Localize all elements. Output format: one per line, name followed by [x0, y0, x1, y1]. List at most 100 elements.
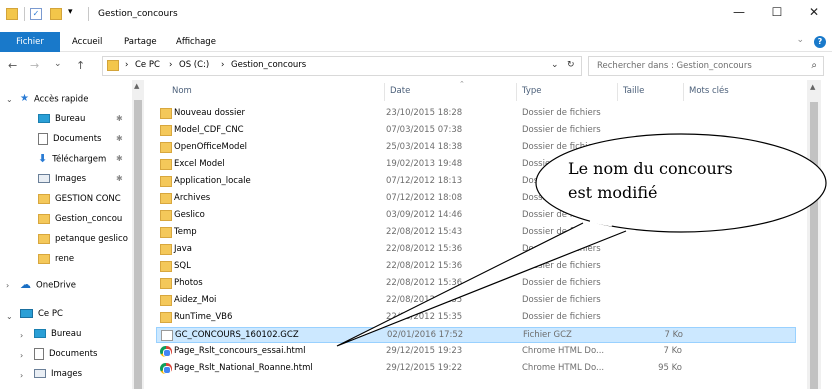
back-button[interactable]: ←	[8, 59, 17, 72]
folder-icon	[160, 176, 172, 187]
help-icon[interactable]: ?	[814, 36, 826, 48]
file-date: 22/08/2012 15:36	[386, 261, 463, 271]
nav-scrollbar[interactable]: ▲	[132, 80, 144, 389]
chrome-icon	[160, 363, 172, 374]
file-date: 03/09/2012 14:46	[386, 210, 463, 220]
column-header-type[interactable]: Type	[522, 86, 542, 96]
file-list-scrollbar[interactable]: ▲	[807, 80, 821, 389]
sidebar-item-documents[interactable]: Documents	[38, 129, 101, 149]
column-divider[interactable]	[617, 83, 618, 101]
sidebar-item-label: Téléchargem	[52, 154, 107, 165]
file-name: Temp	[174, 227, 197, 237]
file-date: 19/02/2013 19:48	[386, 159, 463, 169]
file-type: Dossier de fichiers	[522, 244, 601, 254]
sidebar-item-label: Documents	[49, 349, 98, 359]
sidebar-item-images[interactable]: Images	[38, 169, 86, 189]
sidebar-item-gestion-conc[interactable]: GESTION CONC	[38, 189, 132, 209]
sidebar-item-documents-pc[interactable]: Documents	[34, 344, 97, 364]
file-row[interactable]: Nouveau dossier 23/10/2015 18:28 Dossier d…	[156, 106, 796, 122]
file-row[interactable]: Temp 22/08/2012 15:43 Dossier de fichiers	[156, 225, 796, 241]
sidebar-item-bureau[interactable]: Bureau	[38, 109, 85, 129]
file-row[interactable]: Aidez_Moi 22/08/2012 15:35 Dossier de fich…	[156, 293, 796, 309]
column-divider[interactable]	[384, 83, 385, 101]
expand-documents-icon[interactable]: ›	[20, 351, 23, 360]
crumb-separator[interactable]: ›	[125, 60, 128, 70]
file-type: Chrome HTML Do...	[522, 363, 605, 373]
file-row[interactable]: Photos 22/08/2012 15:36 Dossier de fichier…	[156, 276, 796, 292]
breadcrumb-folder[interactable]: Gestion_concours	[231, 60, 306, 70]
search-input[interactable]: Rechercher dans : Gestion_concours ⌕	[588, 56, 824, 76]
scroll-up-icon[interactable]: ▲	[810, 83, 815, 91]
column-header-tags[interactable]: Mots clés	[689, 86, 729, 96]
sidebar-item-petanque[interactable]: petanque geslico	[38, 229, 132, 249]
breadcrumb-ce-pc[interactable]: Ce PC	[135, 60, 160, 70]
ribbon: Fichier Accueil Partage Affichage ⌄ ?	[0, 32, 832, 52]
quick-access-dropdown[interactable]: ▾	[68, 7, 73, 17]
pc-icon	[20, 309, 33, 318]
file-type: Dossier de fichiers	[522, 210, 601, 220]
expand-quick-access-icon[interactable]: ⌄	[6, 95, 13, 104]
sidebar-item-ce-pc[interactable]: Ce PC	[20, 304, 63, 324]
tab-fichier[interactable]: Fichier	[0, 32, 60, 52]
tab-affichage[interactable]: Affichage	[168, 32, 224, 52]
sidebar-item-telechargements[interactable]: ⬇ Téléchargem	[38, 149, 116, 169]
crumb-separator[interactable]: ›	[221, 60, 224, 70]
sidebar-item-gestion-concou[interactable]: Gestion_concou	[38, 209, 132, 229]
file-row[interactable]: Page_Rslt_concours_essai.html 29/12/2015 …	[156, 344, 796, 360]
file-row[interactable]: OpenOfficeModel 25/03/2014 18:38 Dossier d…	[156, 140, 796, 156]
tab-accueil[interactable]: Accueil	[64, 32, 110, 52]
minimize-button[interactable]: —	[729, 5, 749, 19]
breadcrumb-drive[interactable]: OS (C:)	[179, 60, 209, 70]
sidebar-item-bureau-pc[interactable]: Bureau	[34, 324, 81, 344]
pin-icon[interactable]: ✱	[116, 154, 123, 163]
ribbon-expand-icon[interactable]: ⌄	[796, 35, 804, 45]
address-dropdown-icon[interactable]: ⌄	[551, 60, 559, 70]
forward-button[interactable]: →	[30, 59, 39, 72]
pin-icon[interactable]: ✱	[116, 174, 123, 183]
file-size: 95 Ko	[658, 363, 682, 373]
file-row[interactable]: RunTime_VB6 22/08/2012 15:35 Dossier de fi…	[156, 310, 796, 326]
sidebar-item-onedrive[interactable]: ☁ OneDrive	[20, 275, 76, 295]
sidebar-item-acces-rapide[interactable]: ★ Accès rapide	[20, 89, 88, 109]
file-name: Java	[174, 244, 192, 254]
file-row[interactable]: SQL 22/08/2012 15:36 Dossier de fichiers	[156, 259, 796, 275]
maximize-button[interactable]: ☐	[767, 5, 787, 19]
close-button[interactable]: ✕	[804, 5, 824, 19]
address-bar[interactable]: › Ce PC › OS (C:) › Gestion_concours ⌄ ↻	[102, 56, 582, 76]
up-button[interactable]: ↑	[76, 59, 85, 72]
file-row[interactable]: Model_CDF_CNC 07/03/2015 07:38 Dossier de …	[156, 123, 796, 139]
sidebar-item-images-pc[interactable]: Images	[34, 364, 82, 384]
file-row[interactable]: GC_CONCOURS_160102.GCZ 02/01/2016 17:52 Fi…	[156, 327, 796, 343]
column-header-size[interactable]: Taille	[623, 86, 644, 96]
expand-onedrive-icon[interactable]: ›	[6, 281, 9, 290]
file-row[interactable]: Java 22/08/2012 15:36 Dossier de fichiers	[156, 242, 796, 258]
refresh-icon[interactable]: ↻	[567, 60, 575, 70]
tab-partage[interactable]: Partage	[116, 32, 165, 52]
pin-icon[interactable]: ✱	[116, 114, 123, 123]
nav-scroll-thumb[interactable]	[134, 100, 142, 389]
file-list-scroll-thumb[interactable]	[810, 102, 818, 389]
expand-ce-pc-icon[interactable]: ⌄	[6, 312, 13, 321]
search-icon[interactable]: ⌕	[811, 60, 817, 71]
file-row[interactable]: Geslico 03/09/2012 14:46 Dossier de fichie…	[156, 208, 796, 224]
file-name: Model_CDF_CNC	[174, 125, 244, 135]
sidebar-item-rene[interactable]: rene	[38, 249, 74, 269]
file-size: 7 Ko	[664, 330, 683, 340]
column-divider[interactable]	[516, 83, 517, 101]
expand-bureau-icon[interactable]: ›	[20, 331, 23, 340]
column-header-date[interactable]: Date	[390, 86, 410, 96]
sidebar-item-label: rene	[55, 254, 75, 264]
expand-images-icon[interactable]: ›	[20, 371, 23, 380]
recent-locations-button[interactable]: ⌄	[54, 59, 62, 69]
column-divider[interactable]	[683, 83, 684, 101]
column-header-name[interactable]: Nom	[172, 86, 192, 96]
sidebar-item-label: Ce PC	[38, 309, 63, 319]
documents-icon	[38, 132, 48, 145]
pin-icon[interactable]: ✱	[116, 134, 123, 143]
file-row[interactable]: Page_Rslt_National_Roanne.html 29/12/2015…	[156, 361, 796, 377]
file-name: Page_Rslt_concours_essai.html	[174, 346, 306, 356]
scroll-up-icon[interactable]: ▲	[134, 82, 139, 90]
new-folder-icon[interactable]	[50, 8, 62, 20]
crumb-separator[interactable]: ›	[169, 60, 172, 70]
properties-check-icon[interactable]: ✓	[30, 8, 42, 20]
